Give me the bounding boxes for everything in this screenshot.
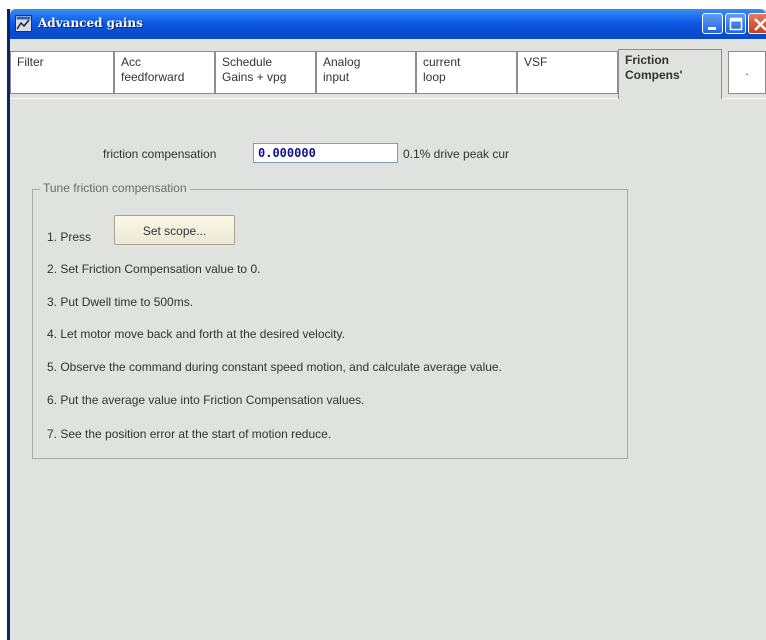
step-7: 7. See the position error at the start o…: [47, 427, 332, 441]
tab-acc-feedforward[interactable]: Acc feedforward: [114, 51, 215, 94]
app-window-icon: [15, 15, 32, 32]
step-4: 4. Let motor move back and forth at the …: [47, 327, 345, 341]
step-6: 6. Put the average value into Friction C…: [47, 393, 365, 407]
close-button[interactable]: [748, 13, 766, 34]
friction-compensation-input[interactable]: 0.000000: [253, 143, 398, 163]
title-bar[interactable]: Advanced gains: [10, 9, 766, 39]
step-5: 5. Observe the command during constant s…: [47, 360, 502, 374]
tab-analog-input[interactable]: Analog input: [316, 51, 416, 94]
tab-vsf[interactable]: VSF: [517, 51, 618, 94]
tab-schedule-gains[interactable]: Schedule Gains + vpg: [215, 51, 316, 94]
maximize-icon: [729, 17, 743, 31]
friction-unit-label: 0.1% drive peak cur: [403, 147, 510, 161]
step-2: 2. Set Friction Compensation value to 0.: [47, 262, 261, 276]
tune-friction-group-title: Tune friction compensation: [40, 181, 190, 195]
step-1-press-label: 1. Press: [47, 230, 92, 244]
minimize-icon: [708, 27, 716, 30]
tab-more[interactable]: .: [728, 51, 766, 94]
set-scope-button[interactable]: Set scope...: [114, 215, 235, 245]
maximize-button[interactable]: [725, 13, 746, 34]
friction-compensation-label: friction compensation: [103, 147, 217, 161]
tab-current-loop[interactable]: current loop: [416, 51, 517, 94]
minimize-button[interactable]: [702, 13, 723, 34]
tab-filter[interactable]: Filter: [10, 51, 114, 94]
step-3: 3. Put Dwell time to 500ms.: [47, 295, 194, 309]
window-title: Advanced gains: [38, 16, 143, 30]
tab-friction-compensation[interactable]: Friction Compens': [618, 49, 722, 99]
close-icon: [754, 18, 766, 31]
